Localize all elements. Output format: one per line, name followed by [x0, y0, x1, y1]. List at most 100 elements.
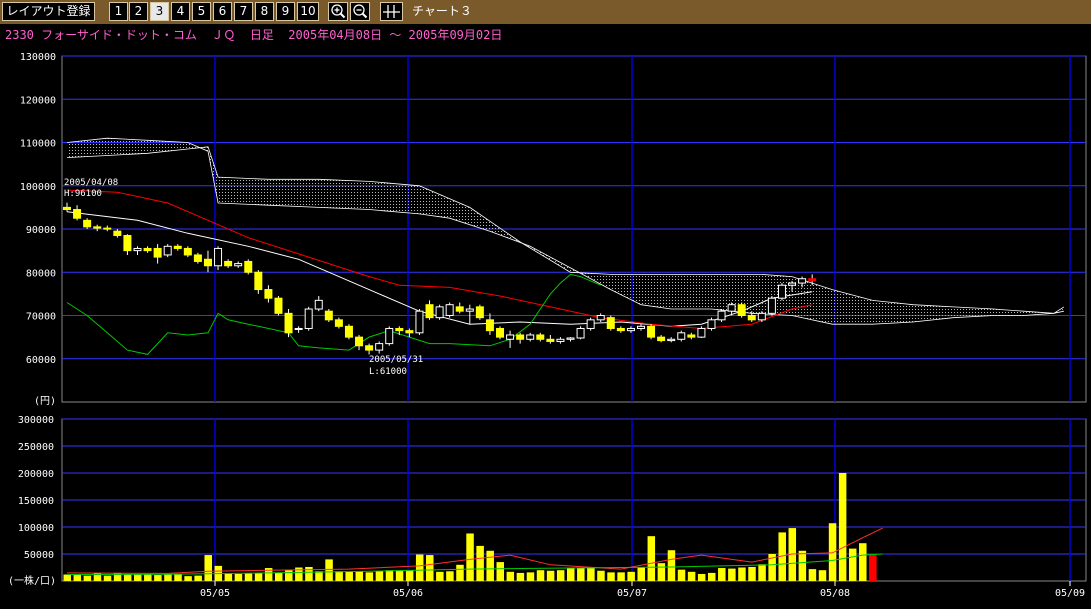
volume-tick-label: 50000: [24, 550, 54, 561]
price-tick-label: 130000: [20, 52, 56, 63]
candle-body: [234, 263, 243, 267]
volume-bar: [546, 570, 555, 581]
volume-bar: [657, 563, 666, 581]
price-unit-label: (円): [34, 396, 56, 407]
candle-body: [103, 227, 112, 230]
volume-bar: [687, 571, 696, 581]
volume-bar: [385, 570, 394, 581]
candle-body: [274, 297, 283, 314]
candle-body: [294, 327, 303, 330]
volume-bar: [305, 566, 313, 581]
volume-bar: [133, 574, 142, 581]
volume-bar: [627, 571, 635, 581]
date-tick-label: 05/07: [617, 588, 647, 599]
candle-body: [193, 254, 202, 262]
volume-bar: [325, 559, 333, 581]
volume-bar: [154, 575, 162, 581]
candle-body: [485, 319, 494, 332]
candle-body: [647, 325, 656, 338]
volume-bar: [697, 573, 706, 581]
volume-bar: [194, 575, 202, 581]
candle-body: [556, 338, 565, 342]
volume-bar: [637, 567, 645, 581]
date-tick-label: 05/08: [820, 588, 850, 599]
high-annotation-value: H:96100: [64, 189, 102, 199]
volume-bar: [486, 550, 494, 581]
volume-bar: [476, 545, 484, 581]
volume-bar: [526, 572, 535, 581]
volume-bar: [375, 570, 384, 581]
candle-body: [264, 289, 273, 299]
price-tick-label: 120000: [20, 95, 56, 106]
low-annotation-value: L:61000: [369, 367, 407, 377]
candle-body: [697, 327, 706, 338]
volume-bar: [758, 564, 766, 581]
candle-body: [334, 319, 343, 327]
volume-bar: [456, 564, 464, 581]
candle-body: [767, 297, 776, 314]
volume-bar: [577, 568, 585, 581]
volume-bar: [184, 576, 192, 581]
volume-bar: [174, 574, 182, 581]
candle-body: [777, 284, 786, 299]
candle-body: [657, 336, 666, 342]
volume-tick-label: 200000: [18, 469, 54, 480]
candle-body: [244, 260, 253, 273]
date-tick-label: 05/05: [200, 588, 230, 599]
candle-body: [596, 315, 605, 321]
candle-body: [163, 245, 172, 256]
volume-bar: [848, 548, 857, 581]
candle-body: [576, 327, 585, 339]
candle-body: [355, 336, 364, 347]
ichimoku-cloud: [67, 138, 1064, 325]
volume-bar: [446, 571, 454, 581]
volume-bar: [567, 568, 575, 581]
candle-body: [123, 234, 132, 252]
leading-span-b-line: [66, 137, 1064, 325]
volume-bar: [244, 573, 253, 581]
volume-bar: [365, 572, 374, 581]
volume-bar: [164, 574, 172, 581]
candle-body: [757, 312, 766, 321]
candle-body: [113, 230, 122, 236]
volume-bar: [426, 555, 434, 581]
volume-bar: [204, 555, 212, 581]
volume-bar: [738, 567, 746, 581]
candle-body: [717, 310, 726, 321]
chart-canvas[interactable]: 60000 70000 80000 90000 100000 110000 120000 13…: [0, 0, 1091, 609]
volume-tick-label: 300000: [18, 415, 54, 426]
volume-bar: [838, 473, 847, 581]
candle-body: [606, 317, 615, 329]
candle-body: [365, 345, 374, 351]
candle-body: [344, 325, 353, 338]
volume-bar: [405, 570, 414, 581]
volume-bar: [748, 566, 756, 581]
price-tick-label: 60000: [26, 355, 56, 366]
volume-tick-label: 250000: [18, 442, 54, 453]
volume-bar: [224, 573, 233, 581]
candle-body: [143, 247, 152, 252]
price-tick-label: 80000: [26, 268, 56, 279]
volume-bar: [707, 572, 716, 581]
volume-bar: [718, 568, 726, 581]
volume-bar: [506, 571, 515, 581]
candle-body: [93, 226, 102, 229]
volume-bar: [123, 573, 132, 581]
candle-body: [63, 206, 71, 211]
candle-body: [465, 308, 474, 312]
leading-span-a-line: [66, 146, 1065, 314]
volume-bar: [144, 573, 152, 581]
candle-body: [586, 319, 595, 329]
candle-body: [324, 310, 333, 321]
candle-body: [83, 219, 92, 228]
volume-bar: [466, 533, 474, 581]
candle-body: [314, 299, 323, 310]
volume-bar: [597, 570, 605, 581]
candle-body: [687, 334, 696, 338]
candle-body: [788, 282, 797, 286]
volume-bar: [647, 536, 656, 581]
candle-body: [677, 332, 686, 340]
candle-body: [616, 327, 625, 332]
price-tick-label: 70000: [26, 312, 56, 323]
candle-body: [425, 304, 434, 319]
